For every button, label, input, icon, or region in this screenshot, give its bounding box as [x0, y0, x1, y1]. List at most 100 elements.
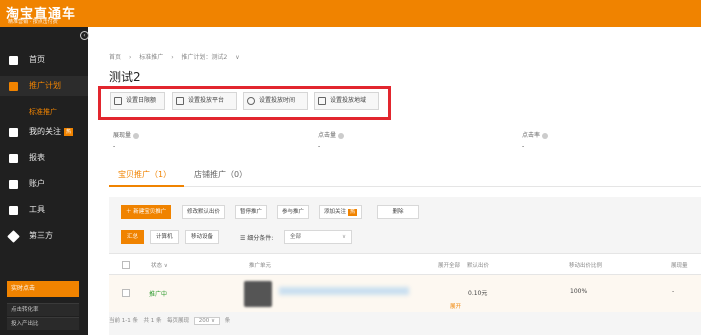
help-icon[interactable]	[338, 132, 345, 139]
plan-switch-chevron-icon[interactable]: ∨	[235, 54, 239, 61]
tab-item-promotion[interactable]: 宝贝推广（1）	[118, 169, 171, 180]
sidebar-item-tools[interactable]: 工具	[0, 200, 88, 220]
breadcrumb-separator: ›	[128, 54, 132, 61]
set-region-button[interactable]: 设置投放地域	[314, 92, 379, 110]
resume-button[interactable]: 参与推广	[277, 205, 310, 219]
column-default-bid[interactable]: 默认出价	[467, 261, 489, 269]
sidebar-item-account[interactable]: 账户	[0, 174, 88, 194]
button-label: 设置投放平台	[188, 97, 225, 104]
metric-value: -	[113, 143, 116, 150]
button-label: 设置投放时间	[259, 97, 296, 104]
button-label: 添加关注	[324, 209, 347, 215]
sidebar-item-label: 首页	[29, 55, 45, 64]
sidebar-subitem-standard[interactable]: 标准推广	[29, 107, 57, 117]
briefcase-icon	[9, 82, 18, 91]
item-thumbnail[interactable]	[244, 281, 272, 307]
select-all-checkbox[interactable]	[122, 261, 130, 269]
pagination: 当前 1-1 条 共 1 条 每页展现 200 ∨ 条	[109, 316, 230, 325]
sidebar-item-label: 我的关注热	[29, 127, 74, 136]
column-mobile-ratio[interactable]: 移动出价比例	[569, 261, 602, 269]
page-title: 测试2	[109, 70, 141, 84]
metric-value: -	[522, 143, 525, 150]
button-label: 设置日限额	[126, 97, 157, 104]
report-icon	[9, 154, 18, 163]
table-row: 推广中 0.10元 100% - 展开	[109, 275, 701, 312]
pagination-unit: 条	[224, 318, 231, 324]
add-follow-button[interactable]: 添加关注热	[319, 205, 363, 219]
metric-impressions: 展现量 -	[113, 130, 140, 150]
help-icon[interactable]	[542, 132, 549, 139]
column-unit: 推广单元	[249, 263, 272, 269]
help-icon[interactable]	[133, 132, 140, 139]
sidebar-item-label: 工具	[29, 205, 45, 214]
sidebar-item-label: 报表	[29, 153, 45, 162]
breadcrumb-standard[interactable]: 标准推广	[139, 54, 163, 61]
button-label: 设置投放地域	[330, 97, 367, 104]
breadcrumb-plan: 推广计划：测试2	[181, 54, 228, 61]
toolbox-icon	[9, 206, 18, 215]
sidebar-item-third-party[interactable]: 第三方	[0, 226, 88, 246]
hot-badge: 热	[64, 127, 74, 136]
main-content: 首页 › 标准推广 › 推广计划：测试2 ∨ 测试2 设置日限额 设置投放平台 …	[89, 27, 701, 335]
collapse-sidebar-icon[interactable]: ‹	[80, 31, 89, 40]
pause-button[interactable]: 暂停推广	[235, 205, 268, 219]
clock-icon	[247, 97, 255, 105]
sidebar-item-campaigns[interactable]: 推广计划	[0, 76, 88, 96]
row-impressions: -	[672, 288, 675, 295]
item-title[interactable]	[279, 287, 409, 295]
row-expand-link[interactable]: 展开	[450, 302, 461, 310]
table-header: 状态 ∨ 推广单元 展开全部 默认出价 移动出价比例 展现量	[109, 253, 701, 275]
brand-tagline: 精准营销 · 按点击付费	[8, 19, 58, 25]
sidebar-item-follow[interactable]: 我的关注热	[0, 122, 88, 142]
column-impressions[interactable]: 展现量	[671, 261, 688, 269]
breadcrumb-separator: ›	[171, 54, 174, 61]
brand-logo[interactable]: 淘宝直通车 精准营销 · 按点击付费	[6, 3, 92, 25]
region-icon	[318, 97, 326, 105]
delete-button[interactable]: 删除	[377, 205, 419, 219]
filter-label: ☰ 细分条件:	[240, 235, 274, 242]
realtime-row: 投入产出比	[7, 317, 79, 330]
sidebar-item-reports[interactable]: 报表	[0, 148, 88, 168]
promotion-tabs: 宝贝推广（1） 店铺推广（0）	[109, 163, 701, 187]
chevron-down-icon: ∨	[341, 234, 346, 240]
active-tab-underline	[109, 185, 184, 187]
segment-computer[interactable]: 计算机	[150, 230, 179, 244]
expand-all-link[interactable]: 展开全部	[438, 261, 460, 269]
metric-clicks: 点击量 -	[318, 130, 345, 150]
sidebar: ‹ 首页 推广计划 标准推广 我的关注热 报表 账户 工具 第三方 实时点击 点…	[0, 27, 89, 335]
row-checkbox[interactable]	[122, 289, 130, 297]
metric-label: 点击量	[318, 132, 337, 139]
metric-ctr: 点击率 -	[522, 130, 549, 150]
set-budget-button[interactable]: 设置日限额	[110, 92, 165, 110]
pagination-summary: 当前 1-1 条 共 1 条 每页展现	[109, 318, 189, 324]
sidebar-item-home[interactable]: 首页	[0, 50, 88, 70]
tab-shop-promotion[interactable]: 店铺推广（0）	[194, 169, 247, 180]
set-time-button[interactable]: 设置投放时间	[243, 92, 308, 110]
set-platform-button[interactable]: 设置投放平台	[172, 92, 237, 110]
row-default-bid[interactable]: 0.10元	[468, 288, 487, 297]
filter-select[interactable]: 全部 ∨	[284, 230, 352, 244]
sidebar-item-label: 第三方	[29, 231, 53, 240]
units-panel: ＋ 新建宝贝推广 修改默认出价 暂停推广 参与推广 添加关注热 删除 汇总 计算…	[109, 197, 701, 335]
metric-value: -	[318, 143, 321, 150]
realtime-row: 点击转化率	[7, 303, 79, 316]
edit-default-bid-button[interactable]: 修改默认出价	[182, 205, 226, 219]
column-status[interactable]: 状态 ∨	[151, 261, 168, 269]
per-page-select[interactable]: 200 ∨	[193, 317, 221, 325]
filter-value: 全部	[290, 234, 302, 240]
heart-icon	[9, 128, 18, 137]
hot-badge: 热	[348, 209, 358, 216]
new-item-promotion-button[interactable]: ＋ 新建宝贝推广	[121, 205, 172, 219]
segment-mobile[interactable]: 移动设备	[185, 230, 220, 244]
home-icon	[9, 56, 18, 65]
metric-label: 展现量	[113, 132, 132, 139]
account-icon	[9, 180, 18, 189]
realtime-panel-title: 实时点击	[7, 281, 79, 297]
row-status: 推广中	[149, 291, 168, 298]
segment-summary[interactable]: 汇总	[121, 230, 145, 244]
row-mobile-ratio: 100%	[570, 288, 588, 295]
sidebar-item-label: 推广计划	[29, 81, 61, 90]
breadcrumb-home[interactable]: 首页	[109, 54, 121, 61]
diamond-icon	[7, 230, 20, 243]
platform-icon	[176, 97, 184, 105]
